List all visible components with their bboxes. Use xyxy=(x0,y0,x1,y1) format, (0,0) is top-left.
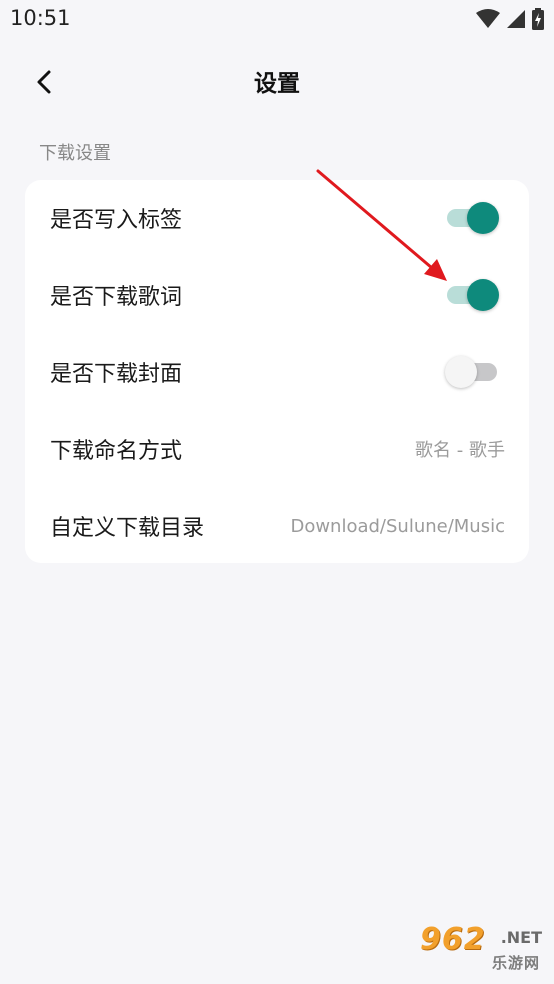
setting-row-download-cover[interactable]: 是否下载封面 xyxy=(25,334,529,410)
status-icons xyxy=(476,7,544,31)
setting-label: 是否写入标签 xyxy=(50,208,183,233)
wifi-icon xyxy=(476,9,500,29)
setting-row-download-directory[interactable]: 自定义下载目录 Download/Sulune/Music xyxy=(25,488,529,564)
download-directory-value: Download/Sulune/Music xyxy=(290,515,505,537)
setting-label: 自定义下载目录 xyxy=(50,516,205,541)
setting-label: 是否下载封面 xyxy=(50,362,183,387)
toggle-thumb xyxy=(467,202,499,234)
setting-row-naming-format[interactable]: 下载命名方式 歌名 - 歌手 xyxy=(25,411,529,487)
download-cover-toggle[interactable] xyxy=(445,355,499,389)
write-tags-toggle[interactable] xyxy=(445,201,499,235)
setting-label: 下载命名方式 xyxy=(50,439,183,464)
page-title: 设置 xyxy=(254,71,300,97)
toggle-thumb xyxy=(445,356,477,388)
download-lyrics-toggle[interactable] xyxy=(445,278,499,312)
watermark-suffix: .NET xyxy=(500,928,542,947)
section-title: 下载设置 xyxy=(39,143,111,164)
app-bar: 设置 xyxy=(0,50,554,112)
status-time: 10:51 xyxy=(10,6,71,30)
setting-label: 是否下载歌词 xyxy=(50,285,183,310)
naming-format-value: 歌名 - 歌手 xyxy=(415,440,505,461)
setting-row-write-tags[interactable]: 是否写入标签 xyxy=(25,180,529,256)
cell-signal-icon xyxy=(506,9,526,29)
watermark-brand: 962 xyxy=(420,922,486,957)
settings-card: 是否写入标签 是否下载歌词 是否下载封面 下载命名方式 歌名 - 歌手 自定义下… xyxy=(25,180,529,563)
setting-row-download-lyrics[interactable]: 是否下载歌词 xyxy=(25,257,529,333)
battery-charging-icon xyxy=(532,8,544,30)
toggle-thumb xyxy=(467,279,499,311)
status-bar: 10:51 xyxy=(0,0,554,40)
watermark-logo: 962 .NET 乐游网 xyxy=(410,920,546,976)
watermark-subtitle: 乐游网 xyxy=(491,954,540,972)
